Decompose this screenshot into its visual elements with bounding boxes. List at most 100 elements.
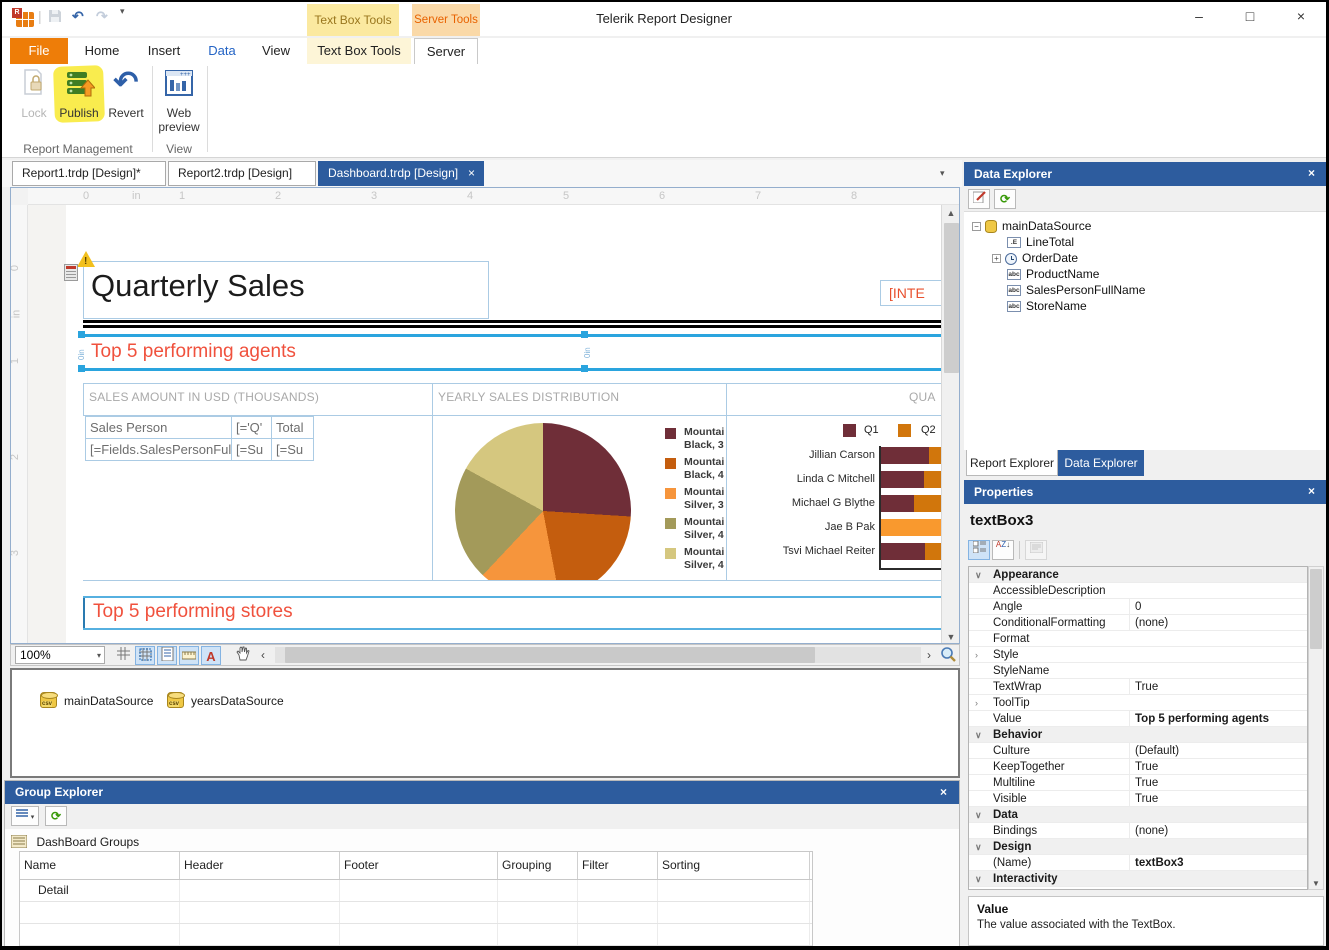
separator-rule[interactable] (83, 325, 960, 328)
edit-datasource-icon[interactable] (968, 189, 990, 209)
selection-handle[interactable] (78, 365, 85, 372)
caption-cell-sales-amount[interactable]: SALES AMOUNT IN USD (THOUSANDS) (83, 383, 433, 416)
properties-header[interactable]: Properties × (964, 480, 1327, 504)
tree-item-orderdate[interactable]: +OrderDate (970, 250, 1327, 266)
property-category-row[interactable]: ∨Behavior (969, 727, 1307, 743)
close-icon[interactable]: × (1308, 484, 1315, 498)
property-row[interactable]: VisibleTrue (969, 791, 1307, 807)
close-button[interactable]: × (1286, 8, 1316, 30)
doctab-report1[interactable]: Report1.trdp [Design]* (12, 161, 166, 186)
tree-item-maindatasource[interactable]: −mainDataSource (970, 218, 1327, 234)
property-grid[interactable]: ∨AppearanceAccessibleDescriptionAngle0Co… (968, 566, 1308, 890)
data-explorer-header[interactable]: Data Explorer × (964, 162, 1327, 186)
group-column-header[interactable]: Header (180, 852, 340, 879)
doctab-close-icon[interactable]: × (468, 162, 475, 185)
pan-hand-icon[interactable] (233, 646, 253, 665)
tab-insert[interactable]: Insert (136, 38, 192, 64)
tab-home[interactable]: Home (74, 38, 130, 64)
crosstab-cell[interactable]: [=Su (231, 438, 272, 461)
property-row[interactable]: TextWrapTrue (969, 679, 1307, 695)
property-value[interactable]: True (1129, 791, 1304, 807)
close-icon[interactable]: × (940, 785, 947, 799)
bar-chart[interactable]: Q1 Q2 Jillian CarsonLinda C MitchellMich… (726, 416, 960, 580)
property-value[interactable]: True (1129, 679, 1304, 695)
doctab-dashboard[interactable]: Dashboard.trdp [Design] × (318, 161, 484, 186)
separator-rule[interactable] (83, 320, 960, 323)
design-canvas[interactable]: 0in12345678 0in123 ! Quarterly Sales [IN… (10, 187, 960, 644)
property-value[interactable]: True (1129, 759, 1304, 775)
property-row[interactable]: ValueTop 5 performing agents (969, 711, 1307, 727)
caption-cell-yearly-distribution[interactable]: YEARLY SALES DISTRIBUTION (432, 383, 727, 416)
collapse-icon[interactable]: ∨ (975, 839, 987, 855)
property-row[interactable]: ›Style (969, 647, 1307, 663)
tree-expander-icon[interactable]: + (992, 254, 1001, 263)
scroll-down-icon[interactable]: ▼ (1309, 879, 1323, 888)
tree-item-storename[interactable]: abcStoreName (970, 298, 1327, 314)
property-row[interactable]: ConditionalFormatting(none) (969, 615, 1307, 631)
minimize-button[interactable]: – (1184, 8, 1214, 30)
tree-item-salespersonfullname[interactable]: abcSalesPersonFullName (970, 282, 1327, 298)
selection-border-bottom[interactable] (83, 368, 949, 371)
tree-item-linetotal[interactable]: .ELineTotal (970, 234, 1327, 250)
font-preview-icon[interactable]: A (201, 646, 221, 665)
snap-to-grid-icon[interactable] (135, 646, 155, 665)
scrollbar-thumb[interactable] (944, 223, 959, 373)
tree-item-productname[interactable]: abcProductName (970, 266, 1327, 282)
pie-chart[interactable]: MountaiBlack, 3MountaiBlack, 4MountaiSil… (432, 416, 727, 580)
hscroll-thumb[interactable] (285, 647, 815, 663)
property-category-row[interactable]: ∨Appearance (969, 567, 1307, 583)
property-row[interactable]: MultilineTrue (969, 775, 1307, 791)
revert-button[interactable]: ↶ Revert (104, 68, 148, 120)
canvas-vertical-scrollbar[interactable]: ▲ ▼ (941, 205, 960, 644)
refresh-icon[interactable]: ⟳ (994, 189, 1016, 209)
property-value[interactable]: (none) (1129, 823, 1304, 839)
grid-toggle-icon[interactable] (113, 646, 133, 665)
web-preview-button[interactable]: +++ Web preview (156, 68, 202, 134)
scrollbar-thumb[interactable] (1310, 569, 1322, 649)
property-value[interactable]: True (1129, 775, 1304, 791)
crosstab-cell[interactable]: [=Su (271, 438, 314, 461)
group-column-header[interactable]: Filter (578, 852, 658, 879)
group-column-header[interactable]: Sorting (658, 852, 810, 879)
property-row[interactable]: AccessibleDescription (969, 583, 1307, 599)
tab-server[interactable]: Server (414, 38, 478, 64)
group-list-dropdown-icon[interactable]: ▾ (11, 806, 39, 826)
group-explorer-header[interactable]: Group Explorer × (5, 781, 959, 804)
tab-report-explorer[interactable]: Report Explorer (966, 450, 1058, 476)
group-column-header[interactable]: Grouping (498, 852, 578, 879)
group-column-header[interactable]: Footer (340, 852, 498, 879)
property-row[interactable]: Culture(Default) (969, 743, 1307, 759)
property-category-row[interactable]: ∨Interactivity (969, 871, 1307, 887)
tab-data[interactable]: Data (198, 38, 246, 64)
caption-cell-quarterly[interactable]: QUA (726, 383, 960, 416)
property-value[interactable]: Top 5 performing agents (1129, 711, 1304, 727)
stores-heading-textbox[interactable]: Top 5 performing stores (83, 598, 960, 628)
ruler-toggle-icon[interactable] (179, 646, 199, 665)
maximize-button[interactable]: □ (1235, 8, 1265, 30)
group-column-header[interactable]: Name (20, 852, 180, 879)
crosstab-cell[interactable]: Total (271, 416, 314, 439)
scroll-right-icon[interactable]: › (927, 648, 931, 662)
agents-heading-textbox[interactable]: Top 5 performing agents (83, 337, 949, 368)
categorized-view-icon[interactable] (968, 540, 990, 560)
group-table-row[interactable]: Detail (20, 880, 812, 902)
zoom-dropdown-icon[interactable]: ▾ (97, 651, 101, 660)
group-table-row[interactable] (20, 902, 812, 924)
property-row[interactable]: Angle0 (969, 599, 1307, 615)
scroll-left-icon[interactable]: ‹ (261, 648, 265, 662)
page-layout-icon[interactable] (157, 646, 177, 665)
refresh-icon[interactable]: ⟳ (45, 806, 67, 826)
property-value[interactable]: 0 (1129, 599, 1304, 615)
collapse-icon[interactable]: ∨ (975, 727, 987, 743)
zoom-magnifier-icon[interactable] (939, 646, 957, 669)
property-category-row[interactable]: ∨Design (969, 839, 1307, 855)
tab-textbox-tools[interactable]: Text Box Tools (307, 38, 411, 64)
property-category-row[interactable]: ∨Data (969, 807, 1307, 823)
property-row[interactable]: ›ToolTip (969, 695, 1307, 711)
tree-expander-icon[interactable]: − (972, 222, 981, 231)
group-table-row[interactable] (20, 924, 812, 946)
crosstab-cell[interactable]: Sales Person (85, 416, 232, 439)
property-value[interactable]: (Default) (1129, 743, 1304, 759)
property-row[interactable]: Format (969, 631, 1307, 647)
group-table-row[interactable] (20, 946, 812, 950)
